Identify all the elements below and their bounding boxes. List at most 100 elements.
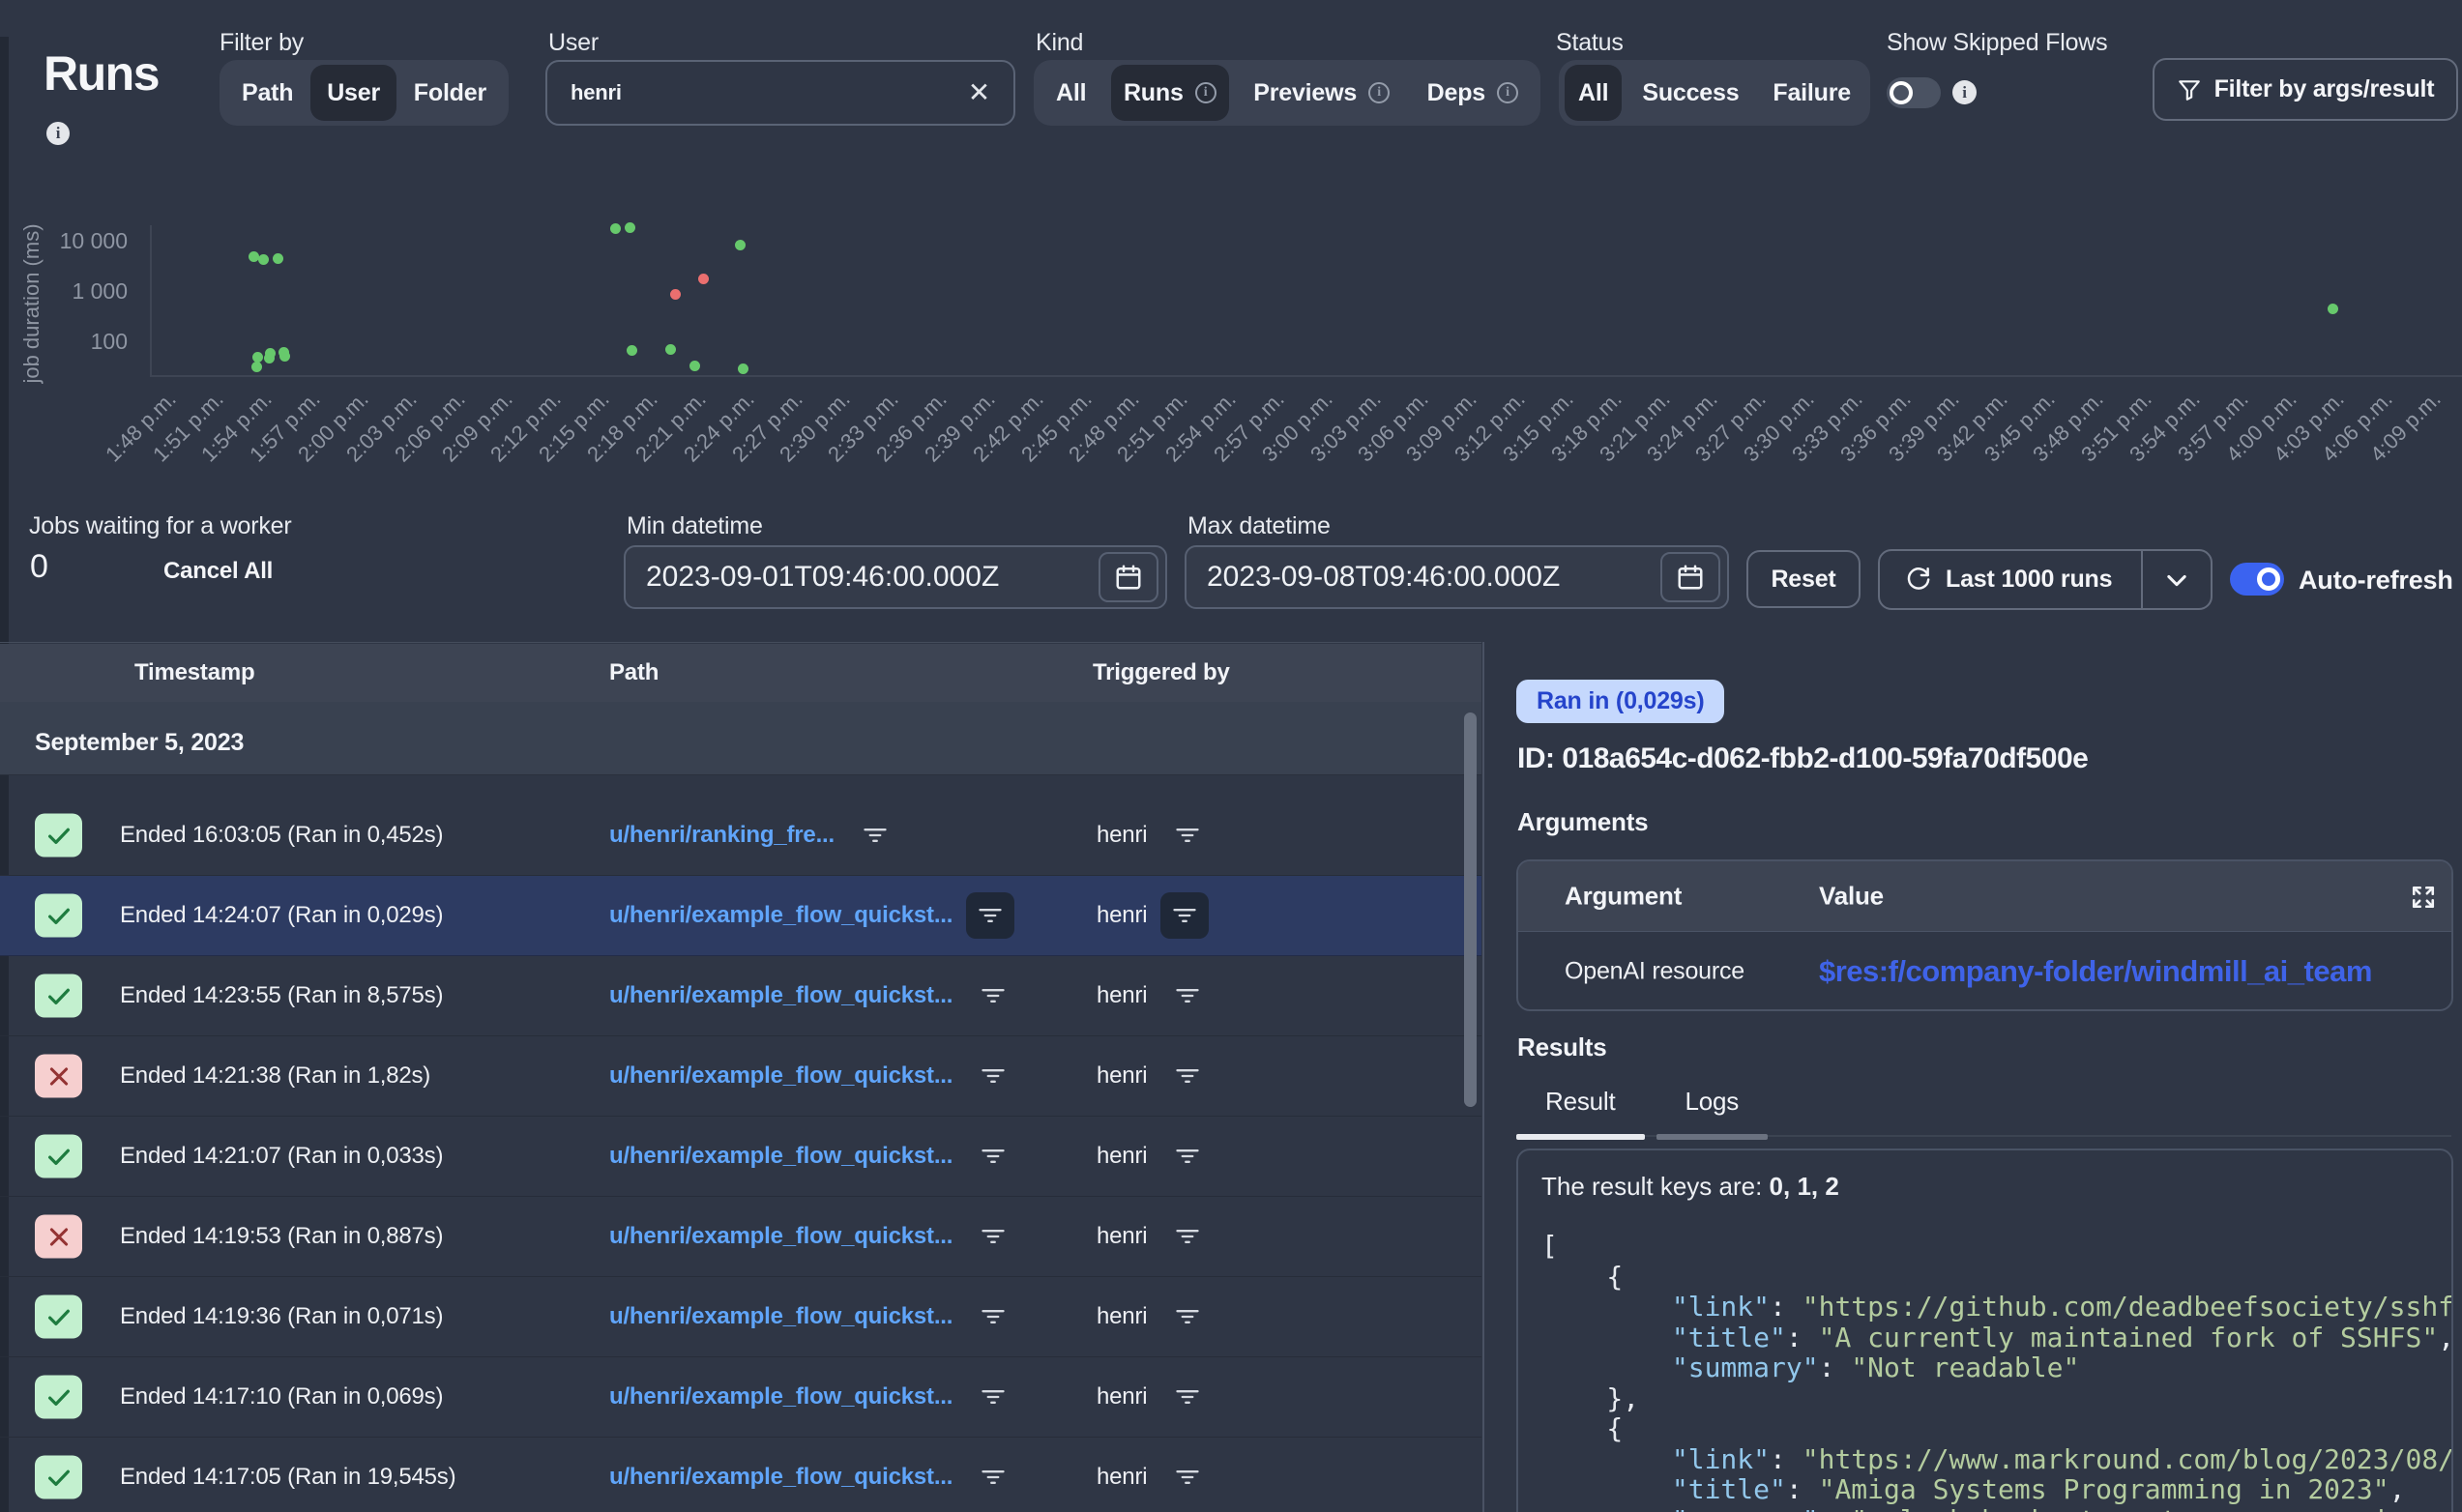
segment-all[interactable]: All: [1043, 65, 1099, 121]
filter-by-user-icon[interactable]: [1174, 1145, 1201, 1168]
filter-by-path-icon[interactable]: [980, 1225, 1007, 1248]
chart-point-success[interactable]: [273, 253, 283, 264]
reset-button[interactable]: Reset: [1746, 550, 1861, 608]
chart-point-success[interactable]: [610, 223, 621, 234]
filter-by-path-icon[interactable]: [862, 824, 889, 847]
filter-by-user-icon[interactable]: [1174, 1385, 1201, 1409]
filter-by-path-icon[interactable]: [980, 1145, 1007, 1168]
chart-point-failure[interactable]: [698, 274, 709, 284]
segment-deps[interactable]: Depsi: [1415, 65, 1531, 121]
row-path-link[interactable]: u/henri/example_flow_quickst...: [609, 1062, 953, 1090]
table-row[interactable]: Ended 14:17:05 (Ran in 19,545s)u/henri/e…: [0, 1438, 1481, 1512]
chart-point-success[interactable]: [251, 362, 262, 372]
chart-point-success[interactable]: [258, 254, 269, 265]
success-check-icon: [35, 1295, 82, 1339]
filter-by-path-icon[interactable]: [966, 892, 1014, 939]
chart-point-success[interactable]: [665, 344, 676, 355]
filter-by-args-button[interactable]: Filter by args/result: [2153, 58, 2458, 121]
row-path-link[interactable]: u/henri/example_flow_quickst...: [609, 1383, 953, 1410]
table-scrollbar[interactable]: [1464, 712, 1477, 1107]
last-1000-runs-button[interactable]: Last 1000 runs: [1878, 549, 2213, 610]
tab-result[interactable]: Result: [1516, 1087, 1645, 1135]
argument-value-link[interactable]: $res:f/company-folder/windmill_ai_team: [1819, 954, 2372, 989]
segment-runs[interactable]: Runsi: [1111, 65, 1229, 121]
chart-point-success[interactable]: [735, 240, 746, 250]
filter-by-user-icon[interactable]: [1174, 984, 1201, 1007]
chart-point-success[interactable]: [625, 222, 635, 233]
info-icon[interactable]: i: [1195, 82, 1216, 103]
segment-previews[interactable]: Previewsi: [1241, 65, 1402, 121]
segment-path[interactable]: Path: [225, 65, 309, 121]
filter-by-path-icon[interactable]: [980, 1064, 1007, 1088]
col-triggered-by[interactable]: Triggered by: [1093, 659, 1230, 686]
chart-point-success[interactable]: [252, 352, 263, 363]
expand-icon[interactable]: [2411, 885, 2436, 910]
arg-col-argument: Argument: [1565, 882, 1682, 912]
tab-underline: [1656, 1134, 1769, 1140]
row-path-link[interactable]: u/henri/example_flow_quickst...: [609, 902, 953, 929]
table-row[interactable]: Ended 14:21:38 (Ran in 1,82s)u/henri/exa…: [0, 1036, 1481, 1117]
row-path-link[interactable]: u/henri/example_flow_quickst...: [609, 982, 953, 1009]
min-datetime-input[interactable]: 2023-09-01T09:46:00.000Z: [624, 545, 1167, 609]
max-datetime-input[interactable]: 2023-09-08T09:46:00.000Z: [1185, 545, 1729, 609]
show-skipped-flows-toggle[interactable]: [1887, 77, 1941, 108]
min-datetime-value: 2023-09-01T09:46:00.000Z: [646, 561, 1099, 594]
chart-point-success[interactable]: [738, 363, 748, 374]
segment-all[interactable]: All: [1565, 65, 1622, 121]
filter-by-user-icon[interactable]: [1160, 892, 1209, 939]
segment-success[interactable]: Success: [1628, 65, 1752, 121]
table-row[interactable]: Ended 16:03:05 (Ran in 0,452s)u/henri/ra…: [0, 796, 1481, 876]
filter-by-path-icon[interactable]: [980, 1466, 1007, 1489]
filter-by-user-icon[interactable]: [1174, 1064, 1201, 1088]
filter-by-user-icon[interactable]: [1174, 1466, 1201, 1489]
segment-user[interactable]: User: [310, 65, 396, 121]
filter-by-user-icon[interactable]: [1174, 1305, 1201, 1328]
failure-x-icon: [35, 1055, 82, 1098]
y-tick-label: 1 000: [21, 278, 128, 305]
table-row[interactable]: Ended 14:23:55 (Ran in 8,575s)u/henri/ex…: [0, 956, 1481, 1036]
table-row[interactable]: Ended 14:24:07 (Ran in 0,029s)u/henri/ex…: [0, 876, 1481, 956]
chart-point-success[interactable]: [279, 351, 290, 362]
row-path-link[interactable]: u/henri/example_flow_quickst...: [609, 1143, 953, 1170]
row-timestamp: Ended 14:19:36 (Ran in 0,071s): [120, 1303, 443, 1330]
table-row[interactable]: Ended 14:19:53 (Ran in 0,887s)u/henri/ex…: [0, 1197, 1481, 1277]
clear-user-filter-icon[interactable]: ✕: [968, 79, 990, 106]
min-calendar-button[interactable]: [1099, 552, 1158, 602]
chart-point-success[interactable]: [2328, 304, 2338, 314]
info-icon[interactable]: i: [1497, 82, 1518, 103]
row-path-link[interactable]: u/henri/example_flow_quickst...: [609, 1464, 953, 1491]
filter-by-path-icon[interactable]: [980, 1385, 1007, 1409]
max-calendar-button[interactable]: [1660, 552, 1720, 602]
col-timestamp[interactable]: Timestamp: [134, 659, 254, 686]
results-title: Results: [1517, 1032, 1607, 1062]
filter-by-user-icon[interactable]: [1174, 1225, 1201, 1248]
chart-point-success[interactable]: [689, 361, 700, 371]
auto-refresh-toggle[interactable]: [2230, 563, 2284, 596]
row-triggered-by: henri: [1097, 1143, 1147, 1170]
user-input[interactable]: henri ✕: [545, 60, 1015, 126]
filter-by-path-icon[interactable]: [980, 984, 1007, 1007]
row-path-link[interactable]: u/henri/ranking_fre...: [609, 822, 835, 849]
runs-info-icon[interactable]: i: [46, 122, 70, 145]
chart-point-success[interactable]: [249, 251, 259, 262]
row-path-link[interactable]: u/henri/example_flow_quickst...: [609, 1303, 953, 1330]
runs-count-dropdown[interactable]: [2141, 551, 2211, 608]
info-icon[interactable]: i: [1368, 82, 1390, 103]
cancel-all-button[interactable]: Cancel All: [163, 558, 273, 585]
filter-by-user-icon[interactable]: [1174, 824, 1201, 847]
segment-folder[interactable]: Folder: [397, 65, 503, 121]
table-row[interactable]: Ended 14:19:36 (Ran in 0,071s) u/henri/ex…: [0, 1277, 1481, 1357]
table-row[interactable]: Ended 14:21:07 (Ran in 0,033s) u/henri/ex…: [0, 1117, 1481, 1197]
segment-failure[interactable]: Failure: [1759, 65, 1864, 121]
row-timestamp: Ended 14:21:07 (Ran in 0,033s): [120, 1143, 443, 1170]
skipped-flows-info-icon[interactable]: i: [1952, 80, 1977, 104]
chart-point-failure[interactable]: [670, 289, 681, 300]
tab-logs[interactable]: Logs: [1656, 1087, 1769, 1135]
chart-point-success[interactable]: [627, 345, 637, 356]
filter-by-path-icon[interactable]: [980, 1305, 1007, 1328]
arguments-title: Arguments: [1517, 807, 1648, 837]
result-json-line: [: [1541, 1231, 2451, 1262]
col-path[interactable]: Path: [609, 659, 659, 686]
table-row[interactable]: Ended 14:17:10 (Ran in 0,069s)u/henri/ex…: [0, 1357, 1481, 1438]
row-path-link[interactable]: u/henri/example_flow_quickst...: [609, 1223, 953, 1250]
